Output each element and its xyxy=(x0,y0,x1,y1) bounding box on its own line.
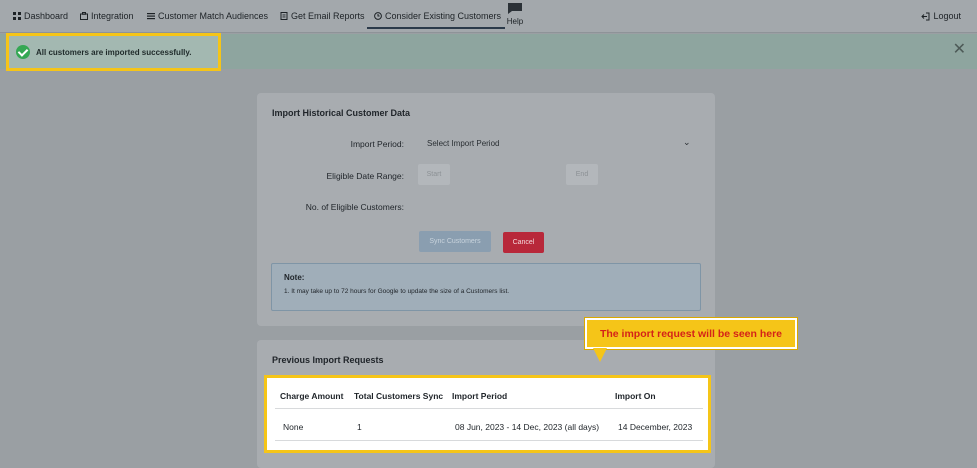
active-tab-indicator xyxy=(367,27,505,29)
nav-get-email-reports-label: Get Email Reports xyxy=(291,11,365,21)
table-cell: None xyxy=(283,422,304,432)
help-label: Help xyxy=(506,17,524,26)
import-card-title: Import Historical Customer Data xyxy=(272,108,411,118)
start-date-input[interactable]: Start xyxy=(418,164,450,185)
note-title: Note: xyxy=(284,273,305,282)
note-item: 1. It may take up to 72 hours for Google… xyxy=(284,288,510,295)
top-nav: Dashboard Integration Customer Match Aud… xyxy=(0,0,977,33)
previous-requests-title: Previous Import Requests xyxy=(272,355,384,365)
briefcase-icon xyxy=(80,12,88,20)
previous-requests-table: Charge Amount Total Customers Sync Impor… xyxy=(264,375,711,453)
eligible-customers-label: No. of Eligible Customers: xyxy=(305,202,404,212)
nav-integration-label: Integration xyxy=(91,11,134,21)
nav-integration[interactable]: Integration xyxy=(80,11,134,21)
nav-consider-existing-customers-label: Consider Existing Customers xyxy=(385,11,502,21)
row-divider xyxy=(275,440,703,441)
end-date-input[interactable]: End xyxy=(566,164,598,185)
eligible-date-range-label: Eligible Date Range: xyxy=(326,171,405,181)
table-cell: 1 xyxy=(357,422,362,432)
success-toast: All customers are imported successfully. xyxy=(6,33,221,71)
import-period-select[interactable]: Select Import Period xyxy=(427,139,499,148)
nav-dashboard[interactable]: Dashboard xyxy=(13,11,68,21)
column-header: Total Customers Sync xyxy=(354,391,444,401)
nav-consider-existing-customers[interactable]: Consider Existing Customers xyxy=(374,11,501,21)
nav-customer-match-audiences[interactable]: Customer Match Audiences xyxy=(147,11,268,21)
chevron-down-icon[interactable]: ⌄ xyxy=(683,137,691,148)
nav-get-email-reports[interactable]: Get Email Reports xyxy=(280,11,365,21)
document-icon xyxy=(280,12,288,20)
nav-dashboard-label: Dashboard xyxy=(24,11,69,21)
logout-label: Logout xyxy=(933,11,961,21)
chat-bubble-icon xyxy=(508,3,522,14)
sync-customers-button[interactable]: Sync Customers xyxy=(419,231,491,252)
list-icon xyxy=(147,13,155,20)
grid-icon xyxy=(13,12,21,20)
clock-icon xyxy=(374,12,382,20)
table-cell: 08 Jun, 2023 - 14 Dec, 2023 (all days) xyxy=(455,422,600,432)
callout-pointer xyxy=(593,348,607,362)
close-icon[interactable]: ✕ xyxy=(953,42,966,58)
check-circle-icon xyxy=(16,45,30,59)
note-box: Note: 1. It may take up to 72 hours for … xyxy=(271,263,701,311)
cancel-button[interactable]: Cancel xyxy=(503,232,544,253)
logout-icon xyxy=(921,12,930,20)
column-header: Charge Amount xyxy=(280,391,344,401)
column-header: Import On xyxy=(615,391,656,401)
import-period-label: Import Period: xyxy=(350,139,404,149)
logout-button[interactable]: Logout xyxy=(921,11,961,21)
toast-message: All customers are imported successfully. xyxy=(36,47,192,57)
annotation-callout: The import request will be seen here xyxy=(585,318,797,349)
nav-customer-match-audiences-label: Customer Match Audiences xyxy=(158,11,269,21)
row-divider xyxy=(275,408,703,409)
table-cell: 14 December, 2023 xyxy=(618,422,693,432)
help-button[interactable]: Help xyxy=(503,2,527,26)
column-header: Import Period xyxy=(452,391,508,401)
